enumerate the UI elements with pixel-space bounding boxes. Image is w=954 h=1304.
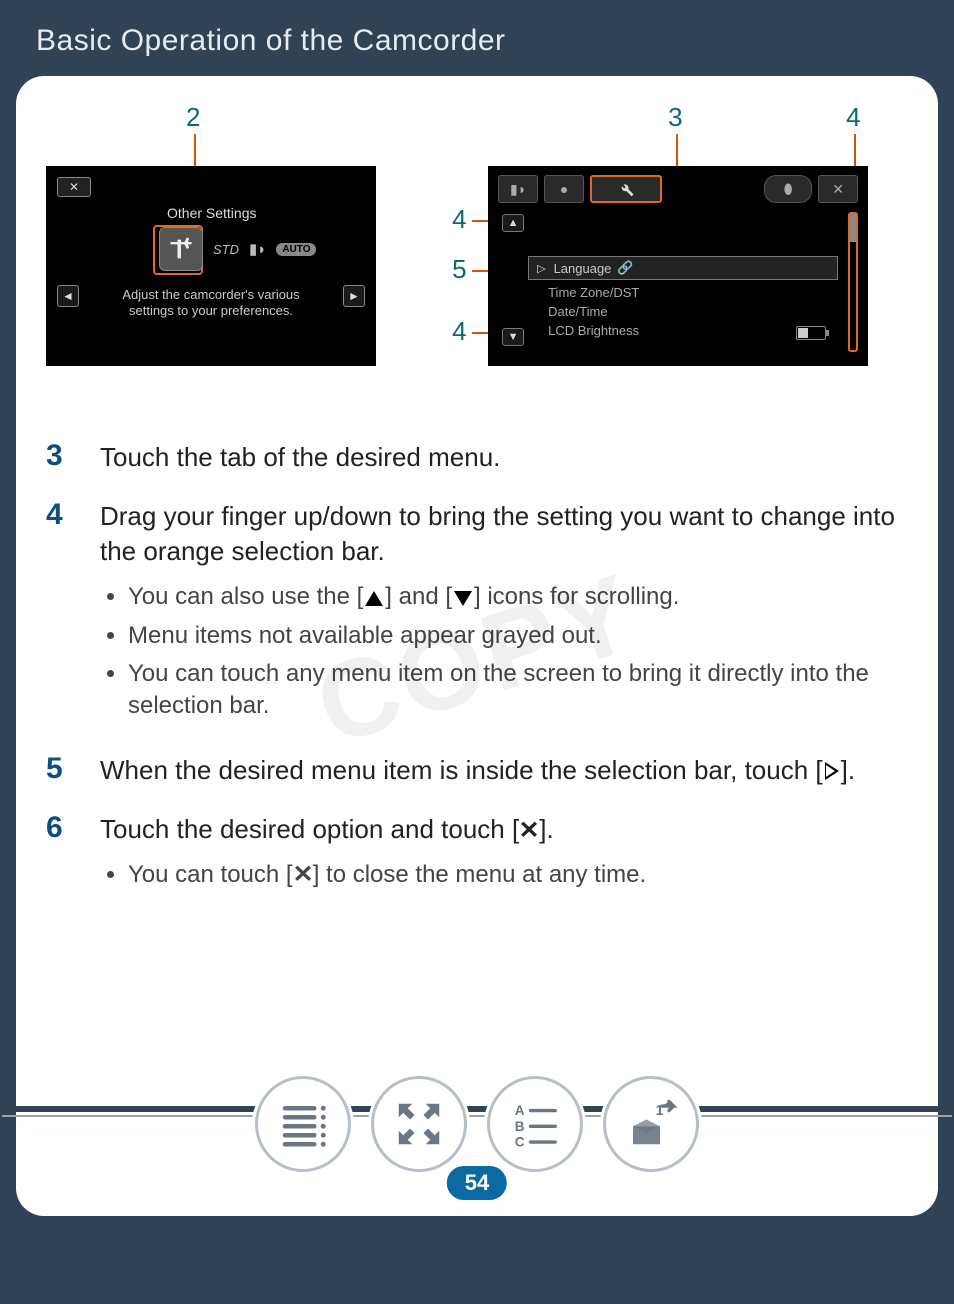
step-4: 4 Drag your finger up/down to bring the …	[46, 499, 908, 729]
step-number: 3	[46, 440, 80, 475]
svg-text:C: C	[515, 1135, 525, 1150]
figures-row: 2 ✕ Other Settings STD ▮◗ AUTO Adjust th…	[46, 106, 908, 406]
std-label: STD	[213, 242, 239, 257]
steps-list: 3 Touch the tab of the desired menu. 4 D…	[46, 440, 908, 898]
step-bullets: You can also use the [ ] and [ ] icons for…	[128, 581, 908, 723]
list-item: LCD Brightness	[548, 322, 639, 341]
bullet-text: You can also use the [	[128, 583, 363, 610]
bullet-text: ] to close the menu at any time.	[313, 861, 647, 888]
camera-icon: ▮◗	[249, 240, 266, 258]
step-3: 3 Touch the tab of the desired menu.	[46, 440, 908, 475]
tab-wrench-active	[590, 175, 662, 203]
selected-item-label: Language	[554, 261, 612, 276]
bullet: You can touch any menu item on the scree…	[128, 658, 908, 723]
step-text: When the desired menu item is inside the…	[100, 755, 823, 785]
selection-bar: ▷ Language 🔗	[528, 256, 838, 280]
step-number: 4	[46, 499, 80, 729]
step-5: 5 When the desired menu item is inside t…	[46, 753, 908, 788]
step-bullets: You can touch [✕] to close the menu at a…	[128, 859, 646, 891]
step-body: Touch the desired option and touch [✕]. …	[100, 812, 646, 898]
bullet-text: ] icons for scrolling.	[474, 583, 679, 610]
bullet: You can touch [✕] to close the menu at a…	[128, 859, 646, 891]
callout-4-scrollbar: 4	[846, 102, 860, 133]
x-icon: ✕	[519, 815, 540, 847]
list-item: Date/Time	[548, 303, 639, 322]
triangle-down-icon	[454, 591, 472, 606]
svg-text:B: B	[515, 1119, 525, 1134]
tools-icon	[159, 227, 203, 271]
toc-button[interactable]	[255, 1076, 351, 1172]
screen-title: Other Settings	[167, 205, 257, 221]
tab-mic-icon: ●	[544, 175, 584, 203]
triangle-up-icon	[365, 591, 383, 606]
triangle-right-icon	[825, 762, 839, 780]
callout-3: 3	[668, 102, 682, 133]
callout-4-up: 4	[452, 204, 466, 235]
list-item: Time Zone/DST	[548, 284, 639, 303]
step-text: Touch the tab of the desired menu.	[100, 440, 500, 475]
back-button[interactable]: 1	[603, 1076, 699, 1172]
scrollbar-highlight	[848, 212, 858, 352]
bottom-nav: ABC 1 54	[16, 1066, 938, 1216]
menu-list: Time Zone/DST Date/Time LCD Brightness	[548, 284, 639, 341]
step-text: Touch the desired option and touch [	[100, 814, 519, 844]
bullet-text: You can touch [	[128, 861, 293, 888]
nav-right-icon: ►	[343, 285, 365, 307]
callout-2: 2	[186, 102, 200, 133]
selection-arrow-icon: ▷	[537, 262, 545, 275]
tab-pill-icon: ⬮	[764, 175, 812, 203]
lcd-screenshot-right: ▮◗ ● ⬮ ✕ ▲ ▷ Language 🔗 Time Zone/DST	[488, 166, 868, 366]
figure-right: 3 4 4 5 4 ▮◗ ● ⬮ ✕	[458, 106, 908, 406]
step-body: Drag your finger up/down to bring the se…	[100, 499, 908, 729]
nav-left-icon: ◄	[57, 285, 79, 307]
tab-camera-icon: ▮◗	[498, 175, 538, 203]
nav-buttons: ABC 1	[16, 1076, 938, 1172]
auto-badge: AUTO	[276, 243, 316, 256]
callout-5: 5	[452, 254, 466, 285]
step-text: Drag your finger up/down to bring the se…	[100, 501, 895, 566]
page-title: Basic Operation of the Camcorder	[0, 0, 954, 76]
bullet: You can also use the [ ] and [ ] icons for…	[128, 581, 908, 613]
step-body: When the desired menu item is inside the…	[100, 753, 855, 788]
step-6: 6 Touch the desired option and touch [✕]…	[46, 812, 908, 898]
figure-left: 2 ✕ Other Settings STD ▮◗ AUTO Adjust th…	[46, 106, 398, 406]
svg-text:A: A	[515, 1103, 525, 1118]
step-text: ].	[841, 755, 855, 785]
screen-description: Adjust the camcorder's various settings …	[107, 287, 315, 320]
x-icon: ✕	[292, 859, 313, 891]
page-number: 54	[447, 1166, 507, 1200]
abc-list-icon: ABC	[508, 1097, 562, 1151]
battery-icon	[796, 326, 826, 340]
mode-icons-row: STD ▮◗ AUTO	[159, 227, 316, 271]
link-icon: 🔗	[617, 260, 633, 276]
bullet-text: ] and [	[385, 583, 452, 610]
scrollbar-thumb	[850, 214, 856, 242]
lcd-screenshot-left: ✕ Other Settings STD ▮◗ AUTO Adjust the …	[46, 166, 376, 366]
expand-icon	[392, 1097, 446, 1151]
step-number: 5	[46, 753, 80, 788]
box-arrow-icon: 1	[624, 1097, 678, 1151]
bullet: Menu items not available appear grayed o…	[128, 620, 908, 652]
close-icon: ✕	[57, 177, 91, 197]
tab-spacer	[668, 175, 758, 203]
scroll-down-icon: ▼	[502, 328, 524, 346]
callout-4-dn: 4	[452, 316, 466, 347]
tab-bar: ▮◗ ● ⬮ ✕	[498, 172, 858, 206]
step-number: 6	[46, 812, 80, 898]
fullscreen-button[interactable]	[371, 1076, 467, 1172]
scroll-up-icon: ▲	[502, 214, 524, 232]
page-card: COPY 2 ✕ Other Settings STD ▮◗ AUTO Ad	[16, 76, 938, 1216]
tab-close-icon: ✕	[818, 175, 858, 203]
list-icon	[276, 1097, 330, 1151]
index-button[interactable]: ABC	[487, 1076, 583, 1172]
step-text: ].	[539, 814, 553, 844]
